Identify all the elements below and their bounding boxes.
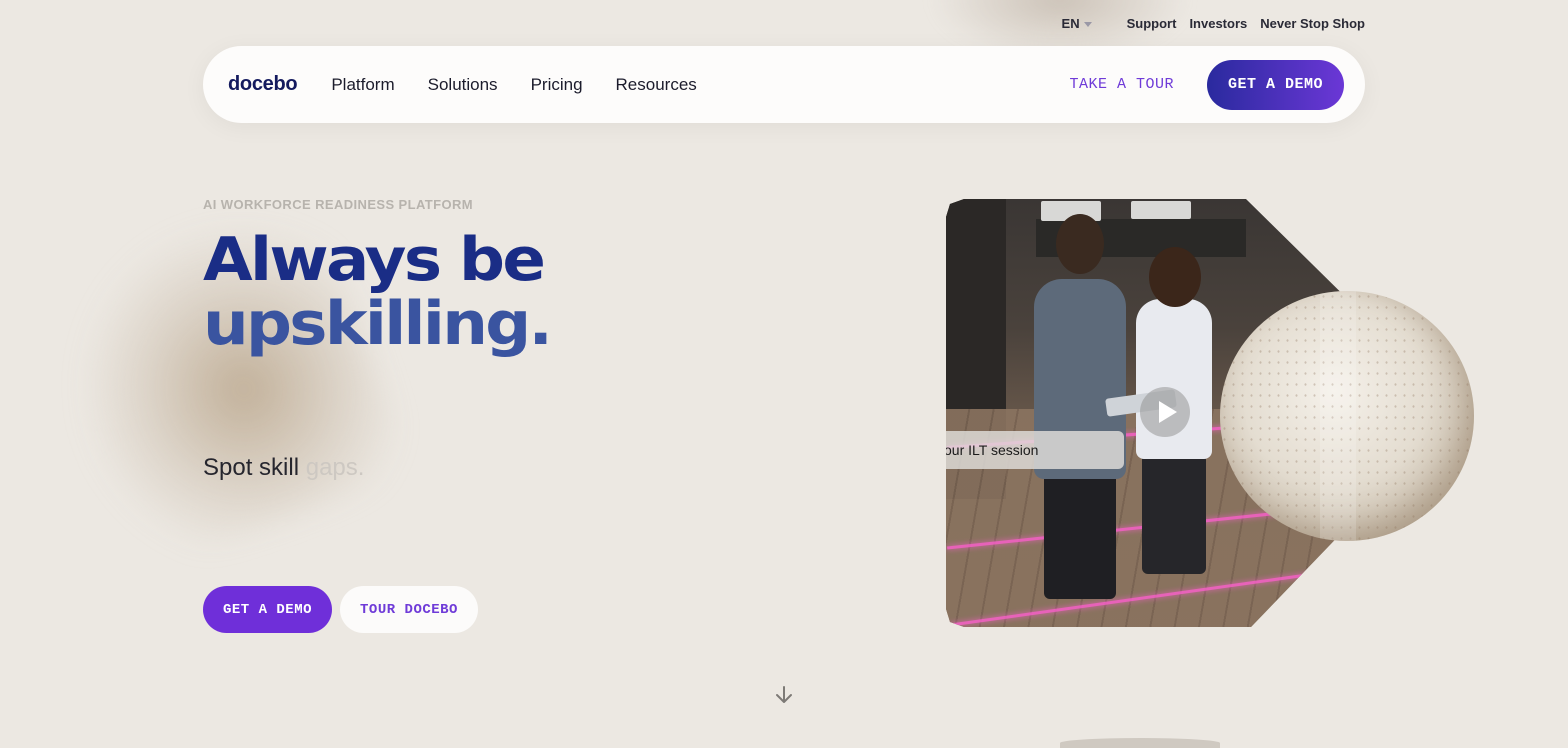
get-a-demo-nav-button[interactable]: GET A DEMO: [1207, 59, 1344, 110]
arrow-down-icon[interactable]: [774, 684, 794, 706]
hero-eyebrow: AI WORKFORCE READINESS PLATFORM: [203, 197, 473, 212]
language-label: EN: [1061, 15, 1080, 31]
investors-link[interactable]: Investors: [1189, 16, 1247, 31]
tour-docebo-button[interactable]: TOUR DOCEBO: [340, 586, 478, 633]
get-a-demo-button[interactable]: GET A DEMO: [203, 586, 332, 633]
never-stop-shop-link[interactable]: Never Stop Shop: [1260, 16, 1365, 31]
nav-actions: TAKE A TOUR GET A DEMO: [1069, 59, 1344, 110]
support-link[interactable]: Support: [1127, 16, 1177, 31]
language-selector[interactable]: EN: [1062, 16, 1092, 31]
tagline-solid-text: Spot skill: [203, 454, 300, 481]
video-scene-monitor: [1131, 201, 1191, 219]
tagline-faded-text: gaps.: [305, 454, 365, 481]
take-a-tour-link[interactable]: TAKE A TOUR: [1069, 76, 1174, 93]
play-icon[interactable]: [1140, 387, 1190, 437]
main-navigation: docebo Platform Solutions Pricing Resour…: [203, 46, 1365, 123]
nav-item-solutions[interactable]: Solutions: [428, 75, 498, 95]
decorative-shape-bottom: [1060, 738, 1220, 748]
headline-line-1: Always be: [203, 225, 546, 295]
nav-menu: Platform Solutions Pricing Resources: [331, 75, 696, 95]
video-scene-person: [1056, 214, 1104, 274]
video-scene-person: [1149, 247, 1201, 307]
video-caption: our ILT session: [946, 431, 1124, 469]
decorative-sphere: [1220, 291, 1474, 541]
nav-item-resources[interactable]: Resources: [616, 75, 697, 95]
video-caption-text: our ILT session: [946, 442, 1039, 458]
headline-line-2: upskilling.: [203, 289, 553, 359]
nav-item-pricing[interactable]: Pricing: [531, 75, 583, 95]
utility-bar: EN Support Investors Never Stop Shop: [1062, 14, 1365, 32]
docebo-logo[interactable]: docebo: [228, 73, 298, 96]
video-scene-person: [1044, 469, 1116, 599]
nav-item-platform[interactable]: Platform: [331, 75, 394, 95]
hero-headline: Always be upskilling.: [203, 225, 553, 359]
rotating-tagline: Spot skill gaps.: [203, 454, 364, 482]
chevron-down-icon: [1083, 21, 1092, 27]
video-scene-person: [1142, 454, 1206, 574]
